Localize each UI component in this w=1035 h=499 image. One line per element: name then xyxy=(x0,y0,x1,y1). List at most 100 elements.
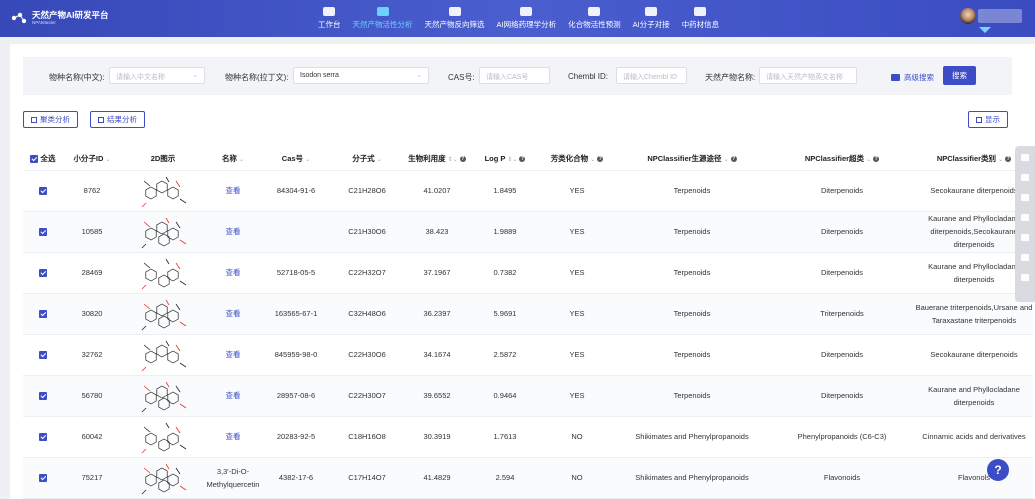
select-all-checkbox[interactable] xyxy=(30,155,39,164)
app-logo[interactable]: 天然产物AI研发平台 NPAIMaster xyxy=(10,11,109,25)
row-checkbox[interactable] xyxy=(39,351,47,360)
cn-name-select[interactable]: 请输入中文名称 ⌄ xyxy=(109,67,205,84)
nav-item[interactable]: 天然产物活性分析 xyxy=(347,0,419,37)
nav-item[interactable]: 天然产物反向筛选 xyxy=(419,0,491,37)
cell-name[interactable]: 查看 xyxy=(205,170,261,212)
nav-item[interactable]: AI分子对接 xyxy=(627,0,676,37)
app-title: 天然产物AI研发平台 xyxy=(32,10,109,20)
row-select-cell xyxy=(23,375,63,417)
nav-icon xyxy=(376,7,389,16)
nav-item[interactable]: 中药材信息 xyxy=(676,0,726,37)
col-aromatic-header[interactable]: 芳类化合物 ⌄? xyxy=(539,148,615,171)
molecule-structure-image[interactable] xyxy=(136,378,190,414)
toolbar-icon[interactable] xyxy=(1021,254,1029,261)
cell-formula: C21H28O6 xyxy=(331,170,403,212)
help-icon[interactable]: ? xyxy=(730,156,737,163)
chembl-input[interactable]: 请输入Chembl ID xyxy=(616,67,687,84)
cell-img xyxy=(121,457,205,499)
toolbar-icon[interactable] xyxy=(1021,194,1029,201)
help-icon[interactable]: ? xyxy=(597,156,604,163)
table-row[interactable]: 30820 查看 163565-67-1 C32H48O6 36.2397 5.9691 Y… xyxy=(23,293,1033,335)
col-logp-header[interactable]: Log P ⇕⌄? xyxy=(471,148,539,171)
help-icon[interactable]: ? xyxy=(519,156,526,163)
help-icon[interactable]: ? xyxy=(459,156,466,163)
app-subtitle: NPAIMaster xyxy=(32,20,56,25)
help-button[interactable]: ? xyxy=(987,459,1009,481)
cell-name[interactable]: 查看 xyxy=(205,211,261,253)
row-checkbox[interactable] xyxy=(39,228,47,237)
molecule-structure-image[interactable] xyxy=(136,214,190,250)
cell-aromatic: YES xyxy=(539,293,615,335)
select-all-header[interactable]: 全选 xyxy=(23,148,63,171)
toolbar-icon[interactable] xyxy=(1021,154,1029,161)
nav-item[interactable]: 工作台 xyxy=(312,0,347,37)
cell-formula: C21H30O6 xyxy=(331,211,403,253)
nav-item[interactable]: AI网络药理学分析 xyxy=(491,0,563,37)
cell-name[interactable]: 查看 xyxy=(205,416,261,458)
cell-path: Terpenoids xyxy=(615,375,769,417)
username-blurred[interactable] xyxy=(978,9,1022,23)
molecule-structure-image[interactable] xyxy=(136,419,190,455)
display-columns-button[interactable]: 显示 xyxy=(968,111,1008,128)
cell-id: 56780 xyxy=(63,375,121,417)
row-checkbox[interactable] xyxy=(39,433,47,442)
table-row[interactable]: 28469 查看 52718-05-5 C22H32O7 37.1967 0.7382 YE… xyxy=(23,252,1033,294)
table-row[interactable]: 75217 3,3'-Di-O-Methylquercetin 4382-17-6 C… xyxy=(23,457,1033,499)
cell-name[interactable]: 查看 xyxy=(205,375,261,417)
main-nav: 工作台 天然产物活性分析 天然产物反向筛选 AI网络药理学分析 化合物活性预测 AI分子对… xyxy=(312,0,725,37)
cell-logp: 1.7613 xyxy=(471,416,539,458)
filter-icon xyxy=(891,74,900,81)
col-cas-header[interactable]: Cas号 ⌄ xyxy=(261,148,331,171)
result-analysis-button[interactable]: 结果分析 xyxy=(90,111,145,128)
toolbar-icon[interactable] xyxy=(1021,174,1029,181)
col-superclass-header[interactable]: NPClassifier超类 ⌄? xyxy=(769,148,915,171)
cluster-analysis-button[interactable]: 聚类分析 xyxy=(23,111,78,128)
table-row[interactable]: 32762 查看 845959-98-0 C22H30O6 34.1674 2.5872 Y… xyxy=(23,334,1033,376)
cell-name[interactable]: 查看 xyxy=(205,293,261,335)
nav-icon xyxy=(448,7,461,16)
molecule-structure-image[interactable] xyxy=(136,337,190,373)
nav-icon xyxy=(645,7,658,16)
cell-cas: 20283-92-5 xyxy=(261,416,331,458)
table-row[interactable]: 10585 查看 C21H30O6 38.423 1.9889 YES Terpenoids… xyxy=(23,211,1033,253)
col-pathway-header[interactable]: NPClassifier生源途径 ⌄? xyxy=(615,148,769,171)
cell-name[interactable]: 查看 xyxy=(205,334,261,376)
toolbar-icon[interactable] xyxy=(1021,234,1029,241)
molecule-structure-image[interactable] xyxy=(136,460,190,496)
help-icon[interactable]: ? xyxy=(873,156,880,163)
row-checkbox[interactable] xyxy=(39,269,47,278)
advanced-search-link[interactable]: 高级搜索 xyxy=(891,72,934,83)
nav-item[interactable]: 化合物活性预测 xyxy=(562,0,627,37)
molecule-structure-image[interactable] xyxy=(136,296,190,332)
col-formula-header[interactable]: 分子式 ⌄ xyxy=(331,148,403,171)
cell-name[interactable]: 查看 xyxy=(205,252,261,294)
row-checkbox[interactable] xyxy=(39,392,47,401)
avatar[interactable] xyxy=(960,8,976,24)
nav-icon xyxy=(694,7,707,16)
cell-path: Terpenoids xyxy=(615,252,769,294)
cell-id: 10585 xyxy=(63,211,121,253)
molecule-structure-image[interactable] xyxy=(136,255,190,291)
row-select-cell xyxy=(23,293,63,335)
table-row[interactable]: 56780 查看 28957-08-6 C22H30O7 39.6552 0.9464 YE… xyxy=(23,375,1033,417)
help-icon[interactable]: ? xyxy=(1005,156,1012,163)
molecule-structure-image[interactable] xyxy=(136,173,190,209)
row-checkbox[interactable] xyxy=(39,310,47,319)
row-checkbox[interactable] xyxy=(39,474,47,483)
cell-aromatic: YES xyxy=(539,334,615,376)
toolbar-icon[interactable] xyxy=(1021,214,1029,221)
cell-bio: 41.4829 xyxy=(403,457,471,499)
col-name-header[interactable]: 名称 ⌄ xyxy=(205,148,261,171)
latin-name-select[interactable]: Isodon serra ⌄ xyxy=(293,67,429,84)
cell-cas: 163565-67-1 xyxy=(261,293,331,335)
col-id-header[interactable]: 小分子ID ⌄ xyxy=(63,148,121,171)
np-name-input[interactable]: 请输入天然产物英文名称 xyxy=(759,67,857,84)
row-checkbox[interactable] xyxy=(39,187,47,196)
table-row[interactable]: 8762 查看 84304-91-6 C21H28O6 41.0207 1.8495 YES… xyxy=(23,170,1033,212)
table-row[interactable]: 60042 查看 20283-92-5 C18H16O8 30.3919 1.7613 NO… xyxy=(23,416,1033,458)
toolbar-icon[interactable] xyxy=(1021,274,1029,281)
search-button[interactable]: 搜索 xyxy=(943,66,976,85)
row-select-cell xyxy=(23,334,63,376)
cas-input[interactable]: 请输入CAS号 xyxy=(479,67,550,84)
col-bio-header[interactable]: 生物利用度 ⇕⌄? xyxy=(403,148,471,171)
